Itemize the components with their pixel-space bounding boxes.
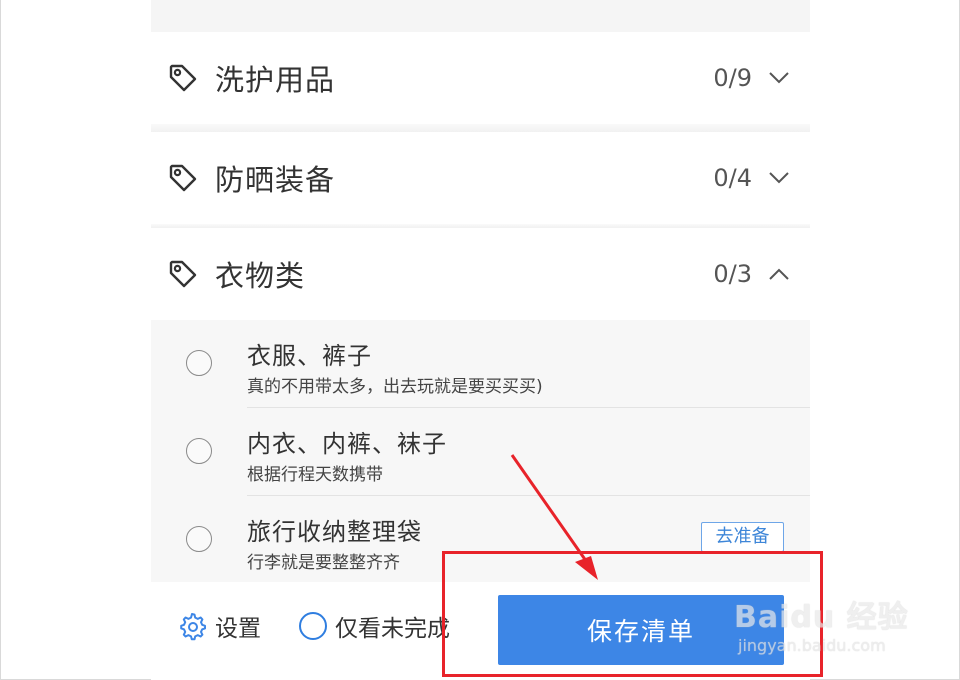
item-description: 根据行程天数携带 — [247, 465, 383, 485]
item-title: 旅行收纳整理袋 — [247, 518, 422, 546]
chevron-up-icon[interactable] — [768, 267, 790, 281]
settings-button[interactable]: 设置 — [177, 608, 261, 644]
list-item[interactable]: 衣服、裤子 真的不用带太多，出去玩就是要买买买) — [151, 320, 810, 408]
item-description: 真的不用带太多，出去玩就是要买买买) — [247, 377, 543, 397]
item-checkbox[interactable] — [186, 350, 212, 376]
watermark-url: jingyan.baidu.com — [738, 636, 886, 655]
watermark-brand: Baidu 经验 — [734, 600, 909, 635]
gear-icon — [180, 613, 206, 641]
toggle-circle-icon — [299, 612, 327, 640]
item-checkbox[interactable] — [186, 526, 212, 552]
category-count: 0/3 — [713, 260, 752, 288]
baidu-watermark: Baidu 经验 jingyan.baidu.com — [734, 592, 914, 662]
prepare-button[interactable]: 去准备 — [701, 522, 784, 552]
tag-icon — [169, 64, 197, 92]
category-sun-protection[interactable]: 防晒装备 0/4 — [151, 132, 810, 224]
item-description: 行李就是要整整齐齐 — [247, 553, 400, 573]
category-name: 衣物类 — [215, 259, 306, 293]
list-item[interactable]: 内衣、内裤、袜子 根据行程天数携带 — [151, 408, 810, 496]
only-unfinished-label: 仅看未完成 — [335, 616, 450, 642]
item-title: 衣服、裤子 — [247, 342, 372, 370]
only-unfinished-toggle[interactable]: 仅看未完成 — [299, 608, 450, 644]
category-count: 0/4 — [713, 164, 752, 192]
app-window: 洗护用品 0/9 防晒装备 0/4 衣物类 0/3 衣服、裤子 真的不用带太多，… — [0, 0, 960, 680]
item-checkbox[interactable] — [186, 438, 212, 464]
category-name: 防晒装备 — [215, 163, 336, 197]
clothing-item-list: 衣服、裤子 真的不用带太多，出去玩就是要买买买) 内衣、内裤、袜子 根据行程天数… — [151, 320, 810, 582]
category-clothing[interactable]: 衣物类 0/3 — [151, 228, 810, 320]
previous-section-bottom — [151, 0, 810, 32]
category-name: 洗护用品 — [215, 63, 336, 97]
category-toiletries[interactable]: 洗护用品 0/9 — [151, 32, 810, 124]
tag-icon — [169, 164, 197, 192]
chevron-down-icon[interactable] — [768, 71, 790, 85]
section-separator — [151, 124, 810, 132]
tag-icon — [169, 260, 197, 288]
category-count: 0/9 — [713, 64, 752, 92]
item-title: 内衣、内裤、袜子 — [247, 430, 447, 458]
chevron-down-icon[interactable] — [768, 171, 790, 185]
settings-label: 设置 — [215, 616, 261, 642]
